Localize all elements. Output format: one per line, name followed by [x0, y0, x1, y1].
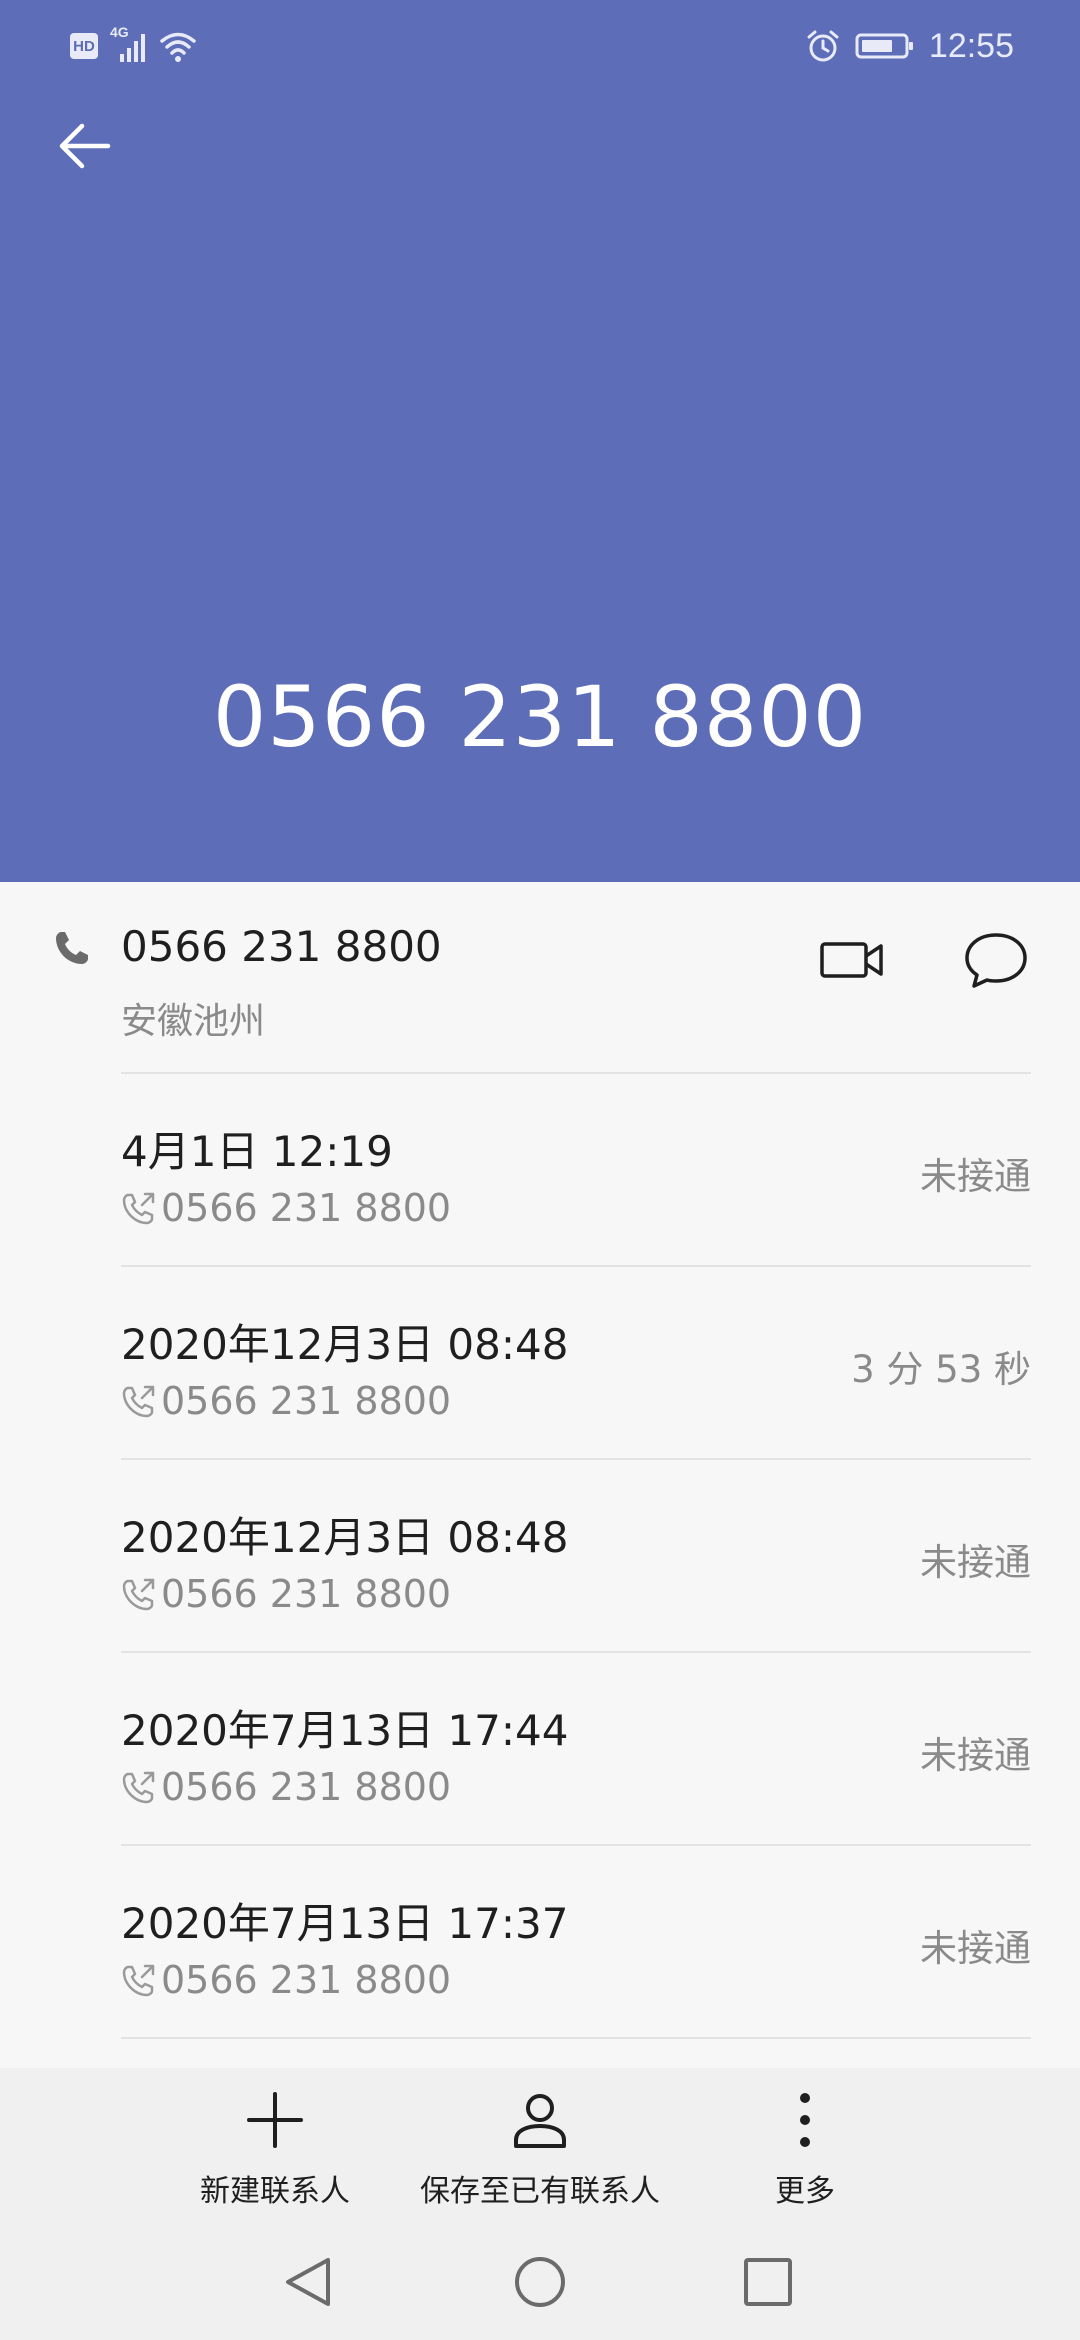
message-button[interactable]: [954, 920, 1038, 1000]
back-button[interactable]: [46, 108, 122, 184]
call-status: 未接通: [920, 1734, 1031, 1777]
nav-home-button[interactable]: [508, 2250, 572, 2314]
phone-icon: [52, 928, 92, 968]
call-number: 0566 231 8800: [161, 1572, 452, 1616]
back-arrow-icon: [54, 116, 114, 176]
plus-icon: [243, 2088, 307, 2152]
contact-number: 0566 231 8800: [121, 922, 442, 971]
call-status: 未接通: [920, 1541, 1031, 1584]
save-to-existing-contact-button[interactable]: 保存至已有联系人: [410, 2088, 670, 2228]
bottom-action-bar: 新建联系人 保存至已有联系人 更多: [0, 2068, 1080, 2228]
circle-home-icon: [512, 2254, 568, 2310]
nav-recents-button[interactable]: [736, 2250, 800, 2314]
person-icon: [508, 2088, 572, 2152]
battery-icon: [855, 31, 915, 61]
call-date: 2020年12月3日 08:48: [121, 1513, 569, 1562]
outgoing-call-icon: [121, 1576, 157, 1612]
call-log-item[interactable]: 2020年12月3日 08:48 0566 231 8800 3 分 53 秒: [0, 1267, 1080, 1460]
hd-icon: HD: [70, 33, 98, 59]
status-left: HD 4G: [70, 24, 198, 66]
status-time: 12:55: [928, 26, 1014, 65]
hd-label: HD: [73, 37, 95, 55]
call-log-item[interactable]: 2020年12月3日 08:48 0566 231 8800 未接通: [0, 1460, 1080, 1653]
status-right: 12:55: [805, 24, 1014, 68]
more-button[interactable]: 更多: [755, 2088, 855, 2228]
outgoing-call-icon: [121, 1962, 157, 1998]
video-camera-icon: [819, 936, 885, 984]
new-contact-button[interactable]: 新建联系人: [195, 2088, 355, 2228]
signal-icon: 4G: [108, 24, 148, 66]
call-sub: 0566 231 8800: [121, 1958, 451, 2002]
new-contact-label: 新建联系人: [200, 2174, 350, 2209]
call-number: 0566 231 8800: [161, 1186, 452, 1230]
contact-location: 安徽池州: [121, 1001, 266, 1042]
call-number: 0566 231 8800: [161, 1379, 452, 1423]
header: HD 4G 12:55 0566 231 8800: [0, 0, 1080, 882]
call-sub: 0566 231 8800: [121, 1379, 451, 1423]
call-log-item[interactable]: 4月1日 12:19 0566 231 8800 未接通: [0, 1074, 1080, 1267]
divider: [121, 2037, 1031, 2039]
message-bubble-icon: [963, 930, 1029, 990]
outgoing-call-icon: [121, 1383, 157, 1419]
triangle-back-icon: [280, 2254, 336, 2310]
call-log-item[interactable]: 2020年7月13日 17:37 0566 231 8800 未接通: [0, 1846, 1080, 2039]
call-number: 0566 231 8800: [161, 1958, 452, 2002]
more-vertical-icon: [773, 2088, 837, 2152]
nav-back-button[interactable]: [276, 2250, 340, 2314]
video-call-button[interactable]: [812, 920, 892, 1000]
header-phone-number: 0566 231 8800: [212, 668, 868, 766]
outgoing-call-icon: [121, 1190, 157, 1226]
call-duration: 3 分 53 秒: [851, 1348, 1031, 1391]
call-sub: 0566 231 8800: [121, 1186, 451, 1230]
call-date: 2020年12月3日 08:48: [121, 1320, 569, 1369]
call-status: 未接通: [920, 1155, 1031, 1198]
call-log-item[interactable]: 2020年7月13日 17:44 0566 231 8800 未接通: [0, 1653, 1080, 1846]
call-date: 2020年7月13日 17:44: [121, 1706, 569, 1755]
system-navigation-bar: [0, 2228, 1080, 2340]
save-to-existing-contact-label: 保存至已有联系人: [420, 2174, 660, 2209]
square-recents-icon: [740, 2254, 796, 2310]
call-sub: 0566 231 8800: [121, 1572, 451, 1616]
call-number: 0566 231 8800: [161, 1765, 452, 1809]
call-log-list: 4月1日 12:19 0566 231 8800 未接通 2020年12月3日 …: [0, 1074, 1080, 2039]
contact-info-row[interactable]: 0566 231 8800 安徽池州: [0, 882, 1080, 1074]
alarm-icon: [805, 28, 841, 64]
more-label: 更多: [775, 2174, 835, 2209]
status-bar: HD 4G 12:55: [0, 0, 1080, 90]
call-date: 4月1日 12:19: [121, 1127, 393, 1176]
call-date: 2020年7月13日 17:37: [121, 1899, 569, 1948]
call-status: 未接通: [920, 1927, 1031, 1970]
outgoing-call-icon: [121, 1769, 157, 1805]
call-sub: 0566 231 8800: [121, 1765, 451, 1809]
wifi-icon: [158, 26, 198, 66]
